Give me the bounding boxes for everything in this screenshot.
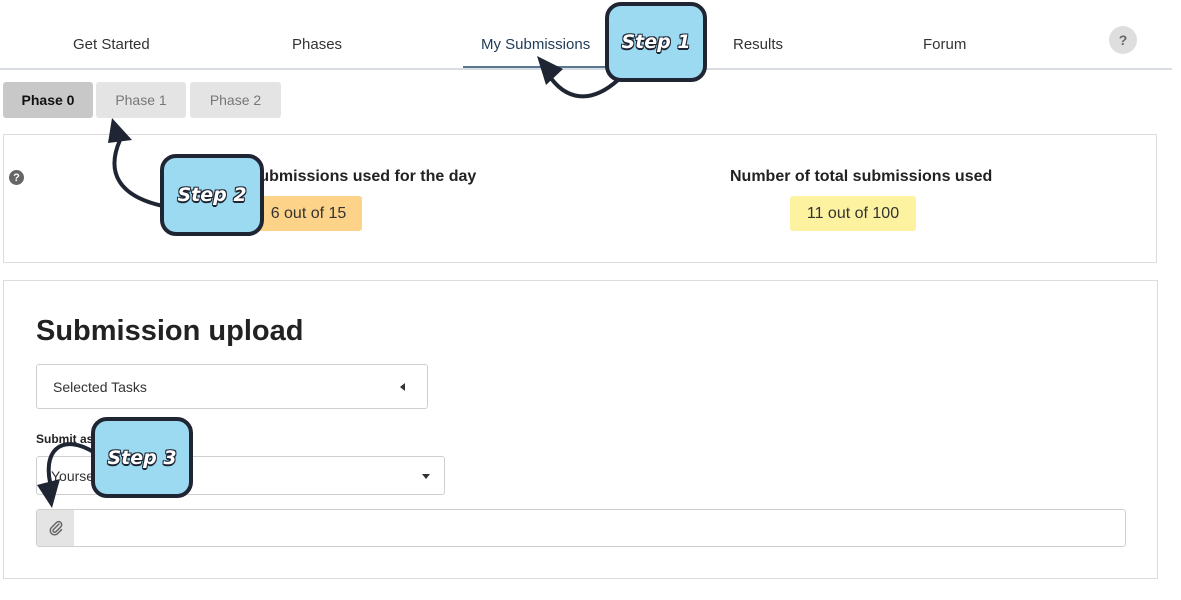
tutorial-arrows bbox=[37, 56, 620, 508]
step-3-callout: Step 3 bbox=[91, 417, 193, 498]
step-2-callout: Step 2 bbox=[160, 154, 264, 236]
step-1-callout: Step 1 bbox=[605, 2, 707, 82]
